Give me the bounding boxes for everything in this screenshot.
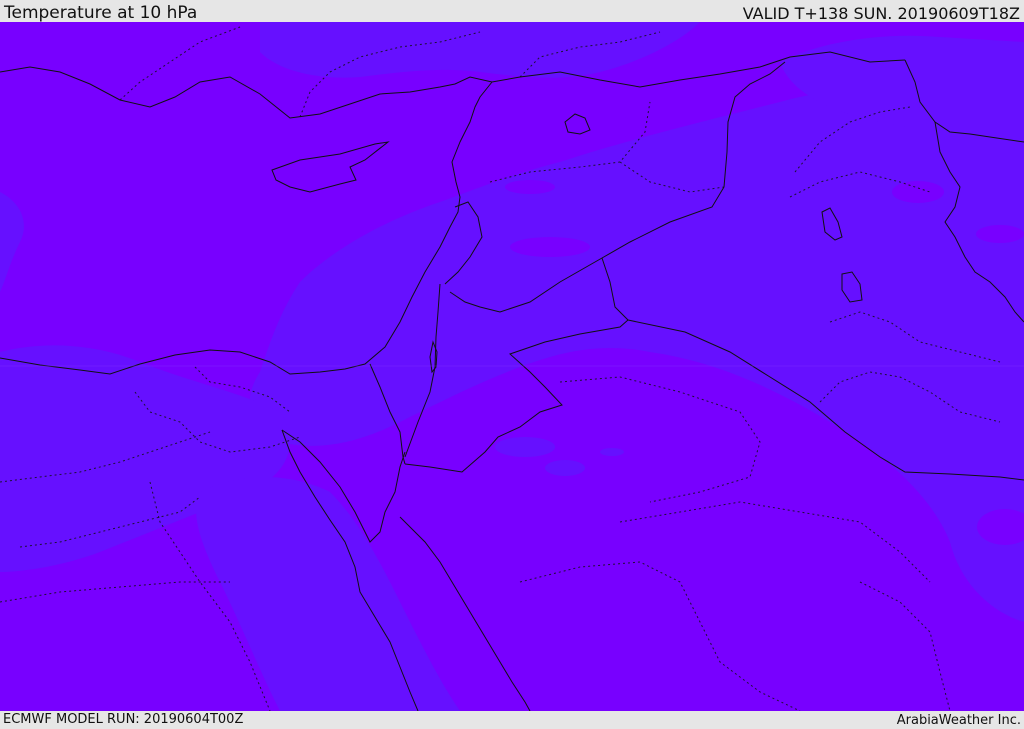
map-canvas: [0, 22, 1024, 711]
map-title: Temperature at 10 hPa: [4, 3, 198, 23]
warm-patch-2: [505, 180, 555, 194]
model-run-label: ECMWF MODEL RUN: 20190604T00Z: [3, 712, 244, 727]
temperature-map: [0, 22, 1024, 711]
bottom-bar: ECMWF MODEL RUN: 20190604T00Z ArabiaWeat…: [0, 711, 1024, 729]
warm-patch-3: [510, 237, 590, 257]
cool-patch-2: [545, 460, 585, 476]
warm-patch-1: [565, 113, 635, 141]
valid-time: VALID T+138 SUN. 20190609T18Z: [742, 4, 1020, 23]
top-bar: Temperature at 10 hPa VALID T+138 SUN. 2…: [0, 0, 1024, 23]
credit-label: ArabiaWeather Inc.: [896, 713, 1021, 728]
warm-patch-4: [892, 181, 944, 203]
cool-patch-1: [495, 437, 555, 457]
warm-patch-5: [976, 225, 1024, 243]
cool-patch-3: [600, 448, 624, 456]
